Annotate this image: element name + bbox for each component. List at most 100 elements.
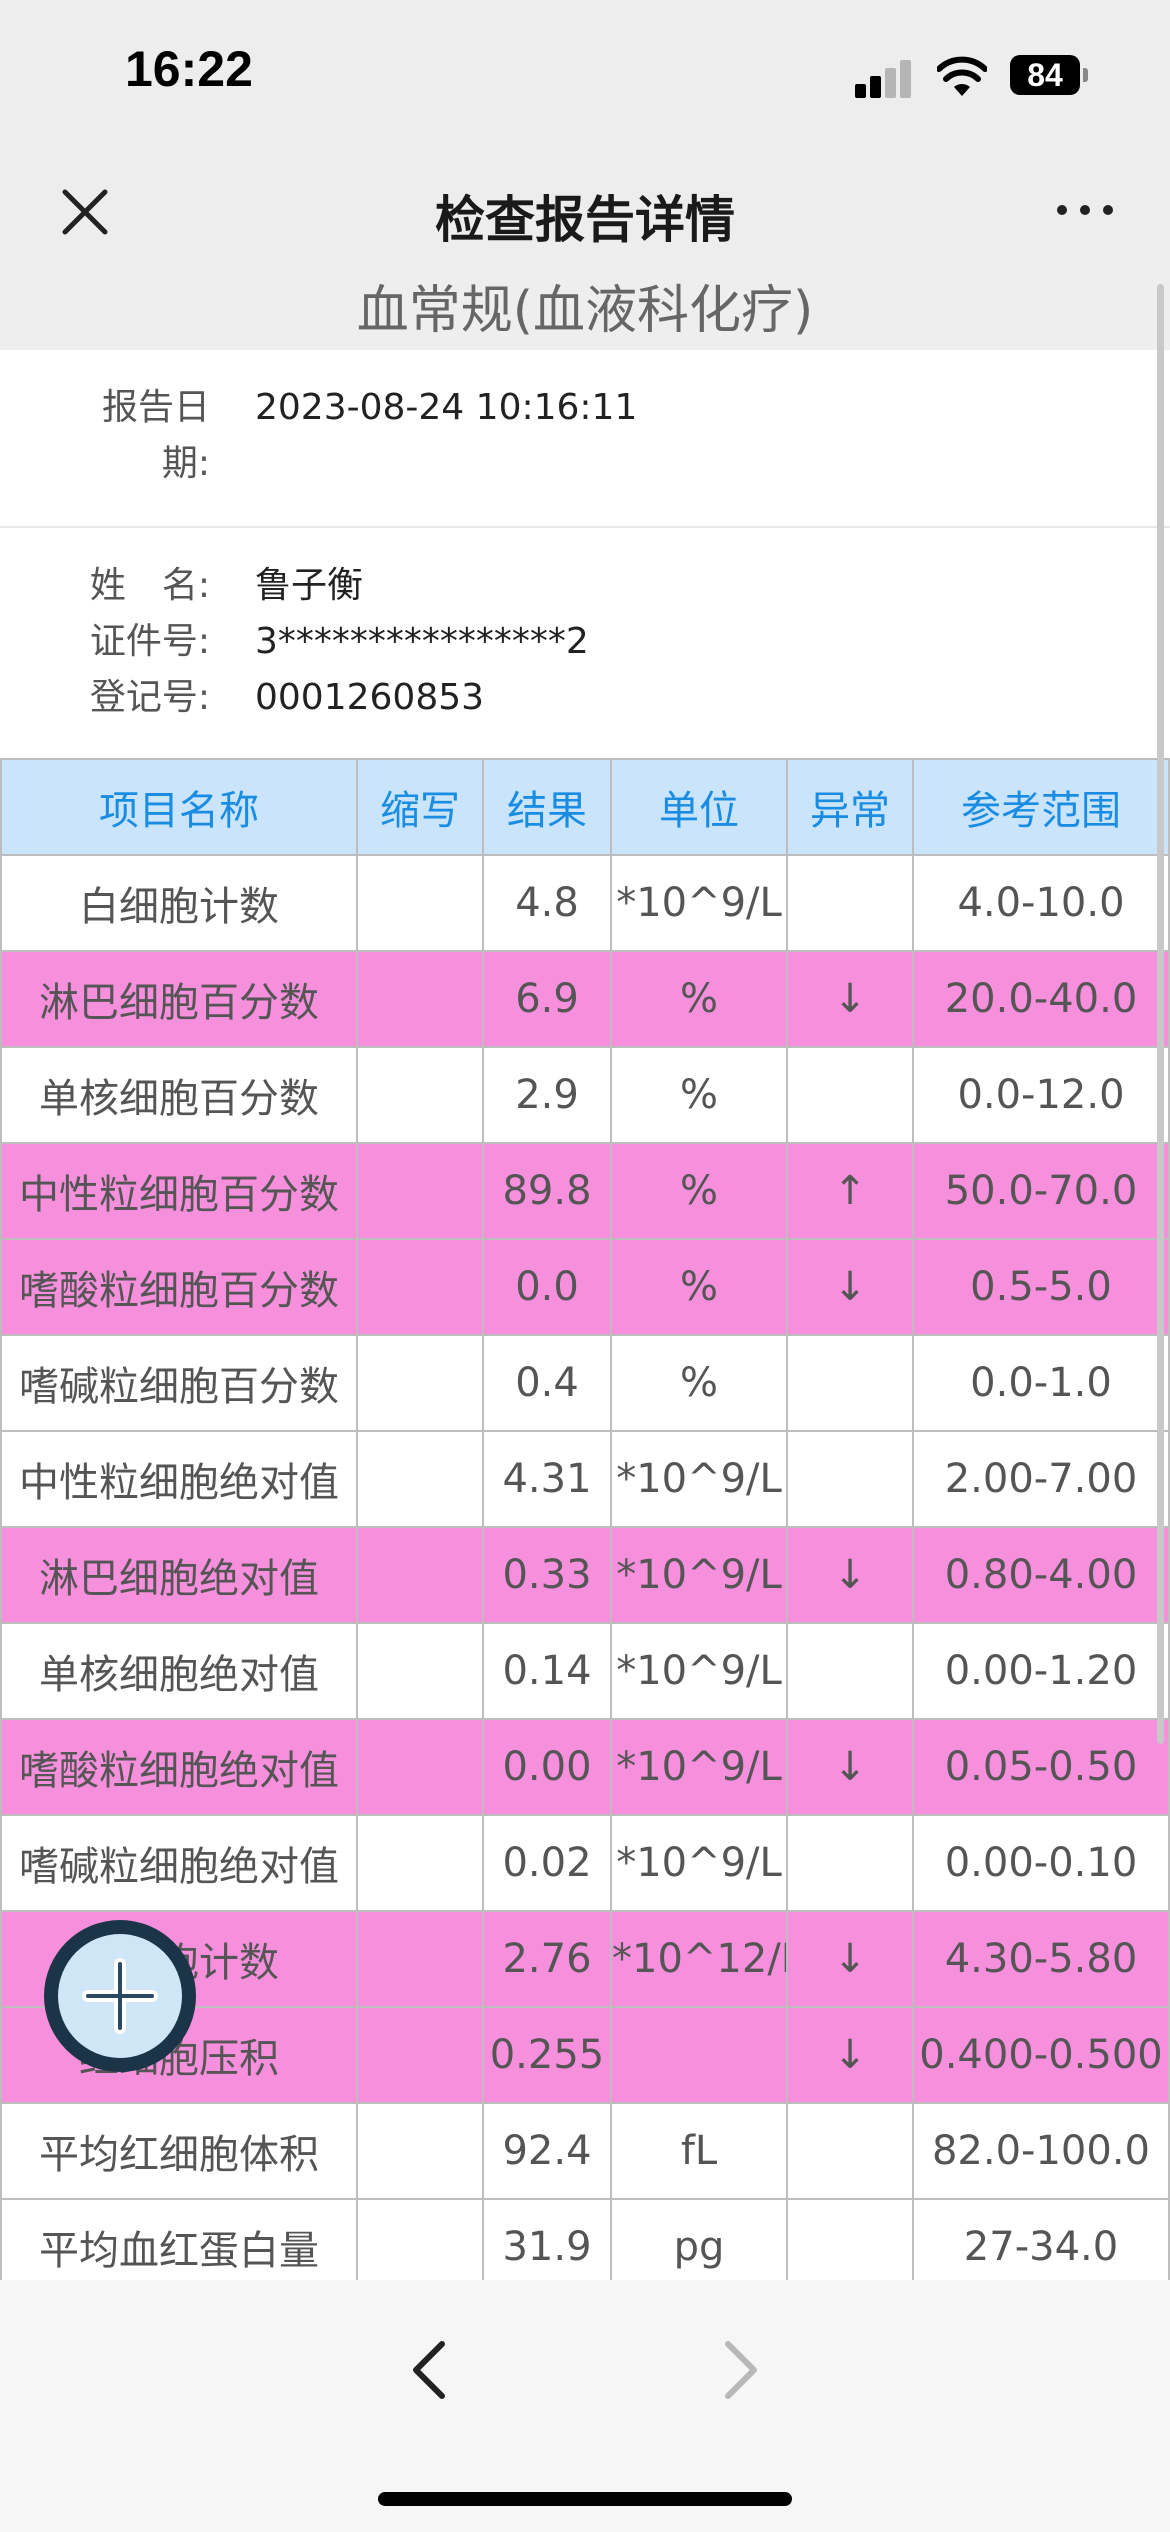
cell-result: 0.00 bbox=[482, 1718, 612, 1816]
cell-unit: *10^12/L bbox=[610, 1910, 788, 2008]
cell-abnormal-flag bbox=[786, 1334, 914, 1432]
cell-item-name: 淋巴细胞绝对值 bbox=[0, 1526, 358, 1624]
cell-result: 2.76 bbox=[482, 1910, 612, 2008]
cell-reference-range: 0.0-1.0 bbox=[912, 1334, 1170, 1432]
page-title: 检查报告详情 bbox=[435, 191, 735, 249]
cell-item-name: 中性粒细胞绝对值 bbox=[0, 1430, 358, 1528]
cell-unit bbox=[610, 2006, 788, 2104]
cell-abnormal-flag: ↓ bbox=[786, 1238, 914, 1336]
patient-info-section: 姓 名: 鲁子衡 证件号: 3****************2 登记号: 00… bbox=[0, 528, 1170, 760]
cell-abnormal-flag bbox=[786, 1430, 914, 1528]
report-date-label-cont: 期: bbox=[161, 443, 210, 484]
cellular-signal-icon bbox=[855, 58, 915, 98]
cell-unit: *10^9/L bbox=[610, 854, 788, 952]
cell-abbreviation bbox=[356, 1430, 484, 1528]
back-arrow-icon[interactable] bbox=[400, 2330, 460, 2410]
table-row: 嗜酸粒细胞绝对值 0.00 *10^9/L ↓ 0.05-0.50 bbox=[0, 1718, 1170, 1816]
cell-reference-range: 0.00-0.10 bbox=[912, 1814, 1170, 1912]
cell-abnormal-flag bbox=[786, 854, 914, 952]
cell-abbreviation bbox=[356, 1622, 484, 1720]
cell-unit: % bbox=[610, 950, 788, 1048]
cell-result: 0.02 bbox=[482, 1814, 612, 1912]
status-time: 16:22 bbox=[125, 41, 253, 97]
registration-label: 登记号: bbox=[89, 677, 210, 718]
cell-abnormal-flag: ↓ bbox=[786, 1910, 914, 2008]
cell-abbreviation bbox=[356, 1814, 484, 1912]
cell-item-name: 白细胞计数 bbox=[0, 854, 358, 952]
cell-item-name: 中性粒细胞百分数 bbox=[0, 1142, 358, 1240]
cell-result: 2.9 bbox=[482, 1046, 612, 1144]
cell-result: 31.9 bbox=[482, 2198, 612, 2280]
cell-abnormal-flag bbox=[786, 2102, 914, 2200]
cell-abbreviation bbox=[356, 1142, 484, 1240]
cell-result: 0.33 bbox=[482, 1526, 612, 1624]
id-value: 3****************2 bbox=[255, 621, 589, 662]
cell-unit: *10^9/L bbox=[610, 1814, 788, 1912]
id-label: 证件号: bbox=[89, 621, 210, 662]
cell-abbreviation bbox=[356, 2006, 484, 2104]
navigation-bar: 检查报告详情 bbox=[0, 160, 1170, 272]
cell-reference-range: 0.0-12.0 bbox=[912, 1046, 1170, 1144]
scrollbar[interactable] bbox=[1157, 284, 1164, 1744]
cell-reference-range: 4.0-10.0 bbox=[912, 854, 1170, 952]
cell-item-name: 平均红细胞体积 bbox=[0, 2102, 358, 2200]
table-row: 嗜碱粒细胞绝对值 0.02 *10^9/L 0.00-0.10 bbox=[0, 1814, 1170, 1912]
cell-item-name: 嗜碱粒细胞百分数 bbox=[0, 1334, 358, 1432]
cell-reference-range: 20.0-40.0 bbox=[912, 950, 1170, 1048]
report-date-value: 2023-08-24 10:16:11 bbox=[255, 387, 638, 428]
report-title: 血常规(血液科化疗) bbox=[0, 272, 1170, 350]
forward-arrow-icon[interactable] bbox=[710, 2330, 770, 2410]
cell-item-name: 单核细胞绝对值 bbox=[0, 1622, 358, 1720]
cell-item-name: 嗜酸粒细胞绝对值 bbox=[0, 1718, 358, 1816]
cell-abnormal-flag: ↓ bbox=[786, 1526, 914, 1624]
cell-abbreviation bbox=[356, 854, 484, 952]
cell-result: 4.8 bbox=[482, 854, 612, 952]
cell-reference-range: 0.5-5.0 bbox=[912, 1238, 1170, 1336]
header-unit: 单位 bbox=[610, 758, 788, 856]
cell-result: 6.9 bbox=[482, 950, 612, 1048]
table-row: 淋巴细胞绝对值 0.33 *10^9/L ↓ 0.80-4.00 bbox=[0, 1526, 1170, 1624]
bottom-toolbar bbox=[0, 2280, 1170, 2532]
cell-abnormal-flag bbox=[786, 2198, 914, 2280]
table-row: 单核细胞百分数 2.9% 0.0-12.0 bbox=[0, 1046, 1170, 1144]
cell-result: 0.0 bbox=[482, 1238, 612, 1336]
cell-abnormal-flag: ↓ bbox=[786, 2006, 914, 2104]
cell-unit: pg bbox=[610, 2198, 788, 2280]
cell-result: 0.4 bbox=[482, 1334, 612, 1432]
table-row: 平均红细胞体积 92.4 fL 82.0-100.0 bbox=[0, 2102, 1170, 2200]
name-value: 鲁子衡 bbox=[255, 565, 364, 606]
table-row: 白细胞计数 4.8 *10^9/L 4.0-10.0 bbox=[0, 854, 1170, 952]
cell-unit: *10^9/L bbox=[610, 1718, 788, 1816]
cell-reference-range: 0.05-0.50 bbox=[912, 1718, 1170, 1816]
table-row: 单核细胞绝对值 0.14 *10^9/L 0.00-1.20 bbox=[0, 1622, 1170, 1720]
cell-abbreviation bbox=[356, 1046, 484, 1144]
cell-item-name: 单核细胞百分数 bbox=[0, 1046, 358, 1144]
more-options-icon[interactable] bbox=[1050, 190, 1120, 230]
table-row: 中性粒细胞百分数 89.8% ↑ 50.0-70.0 bbox=[0, 1142, 1170, 1240]
header-abbreviation: 缩写 bbox=[356, 758, 484, 856]
header-result: 结果 bbox=[482, 758, 612, 856]
cell-reference-range: 4.30-5.80 bbox=[912, 1910, 1170, 2008]
cell-reference-range: 0.00-1.20 bbox=[912, 1622, 1170, 1720]
plus-icon bbox=[82, 1958, 158, 2034]
status-bar: 16:22 84 bbox=[0, 0, 1170, 160]
cell-abbreviation bbox=[356, 1526, 484, 1624]
cell-abnormal-flag bbox=[786, 1046, 914, 1144]
cell-abbreviation bbox=[356, 1238, 484, 1336]
cell-abbreviation bbox=[356, 1718, 484, 1816]
report-date-section: 报告日 期: 2023-08-24 10:16:11 bbox=[0, 350, 1170, 528]
add-button[interactable] bbox=[44, 1920, 196, 2072]
cell-item-name: 平均血红蛋白量 bbox=[0, 2198, 358, 2280]
cell-reference-range: 0.80-4.00 bbox=[912, 1526, 1170, 1624]
report-date-label: 报告日 bbox=[101, 387, 210, 428]
cell-unit: *10^9/L bbox=[610, 1526, 788, 1624]
cell-abnormal-flag bbox=[786, 1814, 914, 1912]
cell-result: 89.8 bbox=[482, 1142, 612, 1240]
table-row: 淋巴细胞百分数 6.9% ↓ 20.0-40.0 bbox=[0, 950, 1170, 1048]
cell-reference-range: 50.0-70.0 bbox=[912, 1142, 1170, 1240]
cell-reference-range: 0.400-0.500 bbox=[912, 2006, 1170, 2104]
header-abnormal: 异常 bbox=[786, 758, 914, 856]
table-row: 中性粒细胞绝对值 4.31 *10^9/L 2.00-7.00 bbox=[0, 1430, 1170, 1528]
cell-unit: *10^9/L bbox=[610, 1622, 788, 1720]
cell-unit: % bbox=[610, 1046, 788, 1144]
